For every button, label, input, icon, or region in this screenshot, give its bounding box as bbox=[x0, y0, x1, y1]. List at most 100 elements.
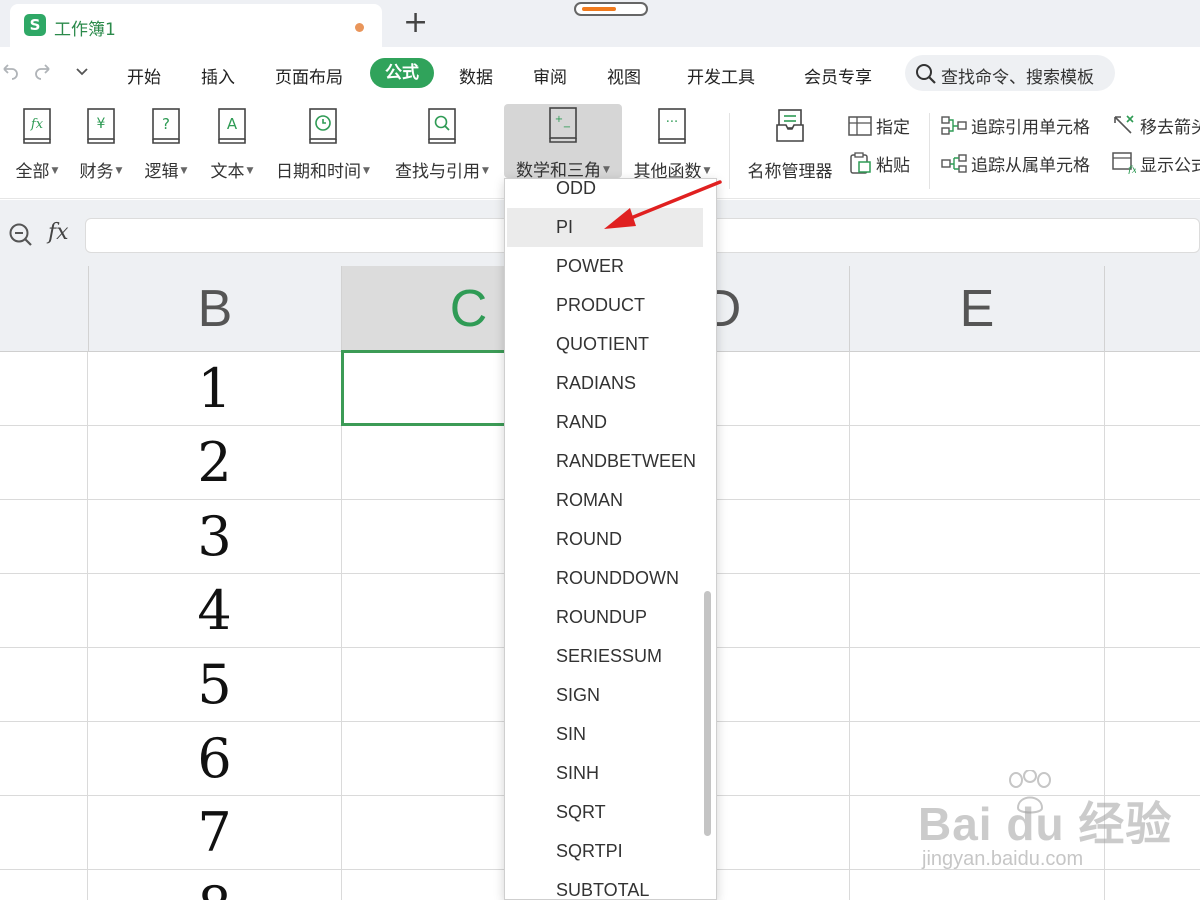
command-search-box[interactable]: 查找命令、搜索模板 bbox=[905, 55, 1115, 91]
remove-arrows-label: 移去箭头 bbox=[1140, 118, 1200, 138]
function-item-round[interactable]: ROUND bbox=[507, 520, 703, 559]
svg-text:A: A bbox=[227, 115, 238, 133]
red-annotation-arrow-icon bbox=[604, 180, 722, 229]
more-book-icon: ··· bbox=[658, 108, 686, 144]
remove-arrows-button[interactable]: 移去箭头 bbox=[1112, 113, 1200, 138]
baidu-jingyan-watermark: Bai du 经验 jingyan.baidu.com bbox=[918, 770, 1171, 880]
function-item-power[interactable]: POWER bbox=[507, 247, 703, 286]
function-item-sinh[interactable]: SINH bbox=[507, 754, 703, 793]
trace-precedents-button[interactable]: 追踪引用单元格 bbox=[941, 113, 1090, 138]
paste-label: 粘贴 bbox=[876, 156, 910, 176]
lookup-reference-button[interactable]: 查找与引用 ▼ bbox=[388, 105, 496, 193]
text-label: 文本 bbox=[210, 162, 245, 182]
date-time-functions-button[interactable]: 日期和时间 ▼ bbox=[270, 105, 376, 193]
yen-book-icon: ¥ bbox=[87, 108, 115, 144]
trace-dependents-label: 追踪从属单元格 bbox=[971, 156, 1090, 176]
search-placeholder: 查找命令、搜索模板 bbox=[941, 68, 1094, 88]
name-manager-button[interactable]: 名称管理器 bbox=[740, 105, 840, 193]
tab-developer[interactable]: 开发工具 bbox=[687, 63, 755, 88]
specify-table-icon bbox=[848, 116, 872, 136]
function-item-rand[interactable]: RAND bbox=[507, 403, 703, 442]
undo-icon[interactable] bbox=[0, 61, 20, 81]
question-book-icon: ? bbox=[152, 108, 180, 144]
cell-b-value[interactable]: 4 bbox=[88, 574, 341, 648]
cell-b-value[interactable]: 8 bbox=[88, 870, 341, 900]
tab-formula[interactable]: 公式 bbox=[370, 58, 434, 88]
window-handle-icon[interactable] bbox=[574, 2, 648, 16]
document-title: 工作簿1 bbox=[54, 20, 116, 40]
cell-b-value[interactable]: 2 bbox=[88, 426, 341, 500]
dropdown-caret-icon: ▼ bbox=[115, 166, 123, 176]
show-formulas-label: 显示公式 bbox=[1140, 156, 1200, 176]
menu-bar: 开始 插入 页面布局 公式 数据 审阅 视图 开发工具 会员专享 查找命令、搜索… bbox=[0, 47, 1200, 99]
trace-dependents-button[interactable]: 追踪从属单元格 bbox=[941, 151, 1090, 176]
math-trig-button[interactable]: + − 数学和三角 ▼ bbox=[504, 104, 622, 181]
zoom-out-icon[interactable] bbox=[8, 222, 34, 248]
function-item-rounddown[interactable]: ROUNDDOWN bbox=[507, 559, 703, 598]
text-functions-button[interactable]: A 文本 ▼ bbox=[203, 105, 261, 193]
function-item-radians[interactable]: RADIANS bbox=[507, 364, 703, 403]
function-item-roman[interactable]: ROMAN bbox=[507, 481, 703, 520]
cell-b-value[interactable]: 7 bbox=[88, 796, 341, 870]
text-book-icon: A bbox=[218, 108, 246, 144]
logical-functions-button[interactable]: ? 逻辑 ▼ bbox=[137, 105, 195, 193]
column-header-b[interactable]: B bbox=[88, 266, 341, 352]
tab-page-layout[interactable]: 页面布局 bbox=[275, 63, 343, 88]
cell-b-value[interactable]: 5 bbox=[88, 648, 341, 722]
financial-label: 财务 bbox=[79, 162, 114, 182]
tab-view[interactable]: 视图 bbox=[607, 63, 641, 88]
cell-b-value[interactable]: 6 bbox=[88, 722, 341, 796]
dropdown-caret-icon: ▼ bbox=[180, 166, 188, 176]
document-tab[interactable]: S 工作簿1 bbox=[10, 4, 382, 47]
function-item-sin[interactable]: SIN bbox=[507, 715, 703, 754]
specify-button[interactable]: 指定 bbox=[848, 113, 910, 138]
spreadsheet-app-icon: S bbox=[24, 14, 46, 36]
insert-function-fx[interactable]: fx bbox=[48, 220, 69, 245]
function-item-sqrtpi[interactable]: SQRTPI bbox=[507, 832, 703, 871]
svg-text:fx: fx bbox=[30, 117, 44, 132]
title-bar: S 工作簿1 + bbox=[0, 0, 1200, 47]
function-item-sign[interactable]: SIGN bbox=[507, 676, 703, 715]
svg-text:?: ? bbox=[162, 115, 170, 133]
fx-book-icon: fx bbox=[23, 108, 51, 144]
new-tab-button[interactable]: + bbox=[403, 8, 428, 38]
unsaved-indicator-icon bbox=[355, 23, 364, 32]
function-item-subtotal[interactable]: SUBTOTAL bbox=[507, 871, 703, 899]
function-item-randbetween[interactable]: RANDBETWEEN bbox=[507, 442, 703, 481]
dropdown-scrollbar[interactable] bbox=[704, 591, 711, 836]
redo-icon[interactable] bbox=[33, 61, 53, 81]
clock-book-icon bbox=[309, 108, 337, 144]
dropdown-caret-icon: ▼ bbox=[246, 166, 254, 176]
dropdown-caret-icon: ▼ bbox=[482, 166, 489, 176]
function-item-roundup[interactable]: ROUNDUP bbox=[507, 598, 703, 637]
financial-functions-button[interactable]: ¥ 财务 ▼ bbox=[72, 105, 130, 193]
column-header-f[interactable] bbox=[1104, 266, 1200, 352]
tab-insert[interactable]: 插入 bbox=[201, 63, 235, 88]
tab-review[interactable]: 审阅 bbox=[533, 63, 567, 88]
trace-dependents-icon bbox=[941, 154, 967, 173]
function-item-sqrt[interactable]: SQRT bbox=[507, 793, 703, 832]
paste-clipboard-icon bbox=[850, 152, 871, 174]
tab-member[interactable]: 会员专享 bbox=[804, 63, 872, 88]
function-item-product[interactable]: PRODUCT bbox=[507, 286, 703, 325]
specify-label: 指定 bbox=[876, 118, 910, 138]
tab-data[interactable]: 数据 bbox=[459, 63, 493, 88]
quick-access-dropdown-icon[interactable] bbox=[74, 65, 90, 79]
date-time-label: 日期和时间 bbox=[276, 162, 362, 182]
active-cell-c1[interactable] bbox=[341, 350, 509, 426]
show-formulas-button[interactable]: fx 显示公式 bbox=[1112, 151, 1200, 176]
all-functions-label: 全部 bbox=[15, 162, 50, 182]
show-formulas-icon: fx bbox=[1112, 152, 1138, 176]
paste-button[interactable]: 粘贴 bbox=[848, 151, 910, 176]
math-trig-function-list[interactable]: ODD PI POWER PRODUCT QUOTIENT RADIANS RA… bbox=[504, 178, 717, 900]
tab-home[interactable]: 开始 bbox=[127, 63, 161, 88]
function-item-quotient[interactable]: QUOTIENT bbox=[507, 325, 703, 364]
trace-precedents-icon bbox=[941, 116, 967, 135]
cell-b-value[interactable]: 1 bbox=[88, 352, 341, 426]
cell-b-value[interactable]: 3 bbox=[88, 500, 341, 574]
function-item-seriessum[interactable]: SERIESSUM bbox=[507, 637, 703, 676]
all-functions-button[interactable]: fx 全部 ▼ bbox=[8, 105, 66, 193]
search-book-icon bbox=[428, 108, 456, 144]
column-header-e[interactable]: E bbox=[849, 266, 1104, 352]
watermark-site: jingyan.baidu.com bbox=[922, 848, 1084, 870]
